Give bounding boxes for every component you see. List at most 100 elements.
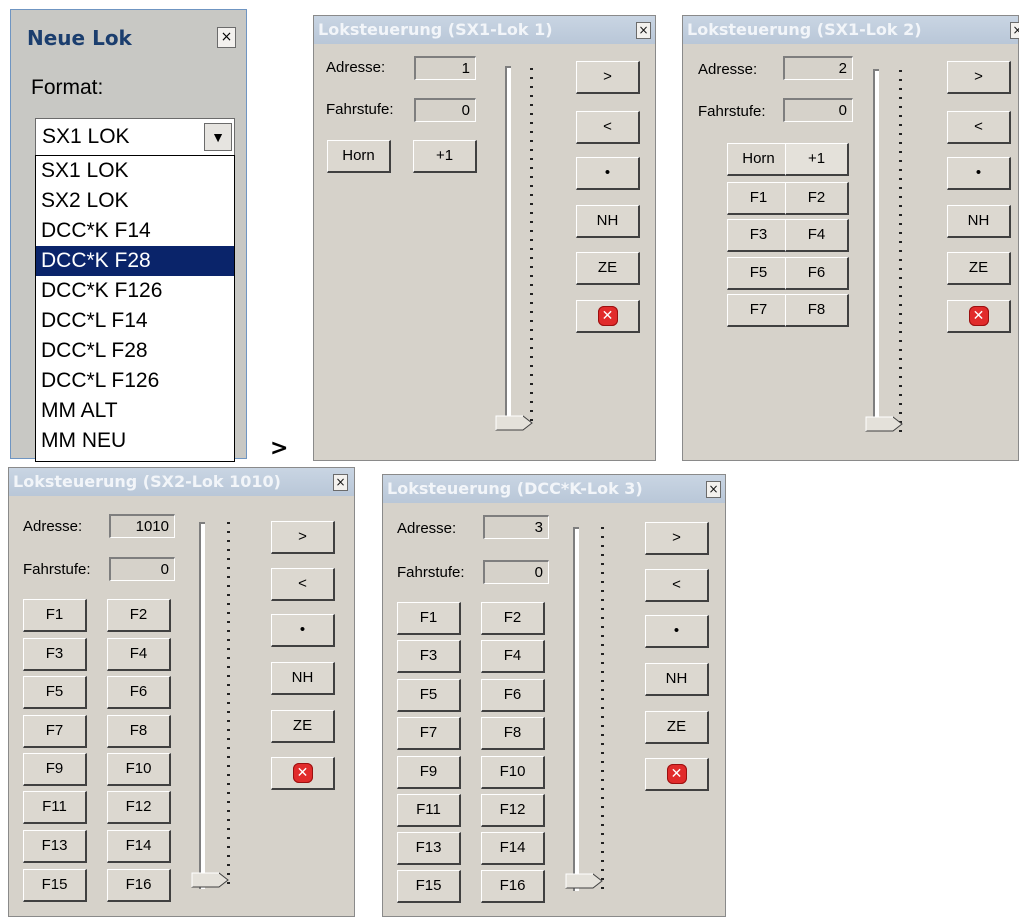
function-button-f16[interactable]: F16 bbox=[481, 870, 545, 903]
function-button-f5[interactable]: F5 bbox=[727, 257, 791, 290]
close-button[interactable]: × bbox=[706, 481, 721, 498]
function-button-f3[interactable]: F3 bbox=[23, 638, 87, 671]
nh-button[interactable]: NH bbox=[645, 663, 709, 696]
function-button-f4[interactable]: F4 bbox=[481, 640, 545, 673]
fahrstufe-field[interactable]: 0 bbox=[414, 98, 476, 122]
stop-step-button[interactable]: • bbox=[947, 157, 1011, 190]
reverse-button[interactable]: < bbox=[271, 568, 335, 601]
format-option[interactable]: DCC*L F28 bbox=[36, 336, 234, 366]
horn-button[interactable]: Horn bbox=[727, 143, 791, 176]
function-button-f8[interactable]: F8 bbox=[785, 294, 849, 327]
function-button-f4[interactable]: F4 bbox=[107, 638, 171, 671]
function-button-f4[interactable]: F4 bbox=[785, 219, 849, 252]
ze-button[interactable]: ZE bbox=[645, 711, 709, 744]
stop-step-button[interactable]: • bbox=[645, 615, 709, 648]
function-button-f10[interactable]: F10 bbox=[481, 756, 545, 789]
close-button[interactable]: × bbox=[333, 474, 348, 491]
function-button-f5[interactable]: F5 bbox=[23, 676, 87, 709]
forward-button[interactable]: > bbox=[947, 61, 1011, 94]
reverse-button[interactable]: < bbox=[645, 569, 709, 602]
adresse-field[interactable]: 2 bbox=[783, 56, 853, 80]
format-option[interactable]: DCC*L F14 bbox=[36, 306, 234, 336]
reverse-button[interactable]: < bbox=[947, 111, 1011, 144]
nh-button[interactable]: NH bbox=[947, 205, 1011, 238]
function-button-f15[interactable]: F15 bbox=[397, 870, 461, 903]
forward-button[interactable]: > bbox=[576, 61, 640, 94]
forward-button[interactable]: > bbox=[645, 522, 709, 555]
function-button-f2[interactable]: F2 bbox=[785, 182, 849, 215]
fahrstufe-field[interactable]: 0 bbox=[109, 557, 175, 581]
ze-button[interactable]: ZE bbox=[576, 252, 640, 285]
function-button-f9[interactable]: F9 bbox=[23, 753, 87, 786]
function-button-f5[interactable]: F5 bbox=[397, 679, 461, 712]
function-button-f2[interactable]: F2 bbox=[107, 599, 171, 632]
function-button-f6[interactable]: F6 bbox=[107, 676, 171, 709]
function-button-f6[interactable]: F6 bbox=[785, 257, 849, 290]
function-button-f7[interactable]: F7 bbox=[727, 294, 791, 327]
forward-button[interactable]: > bbox=[271, 521, 335, 554]
function-button-f12[interactable]: F12 bbox=[481, 794, 545, 827]
function-button-f7[interactable]: F7 bbox=[23, 715, 87, 748]
stop-step-button[interactable]: • bbox=[271, 614, 335, 647]
slider-thumb[interactable] bbox=[191, 872, 231, 888]
speed-slider[interactable] bbox=[489, 54, 545, 439]
ze-button[interactable]: ZE bbox=[947, 252, 1011, 285]
function-button-f13[interactable]: F13 bbox=[397, 832, 461, 865]
plus-one-button[interactable]: +1 bbox=[785, 143, 849, 176]
format-option[interactable]: MM NEU bbox=[36, 426, 234, 456]
function-button-f8[interactable]: F8 bbox=[481, 717, 545, 750]
function-button-f10[interactable]: F10 bbox=[107, 753, 171, 786]
speed-slider[interactable] bbox=[559, 513, 631, 905]
format-option-selected[interactable]: DCC*K F28 bbox=[36, 246, 234, 276]
function-button-f1[interactable]: F1 bbox=[397, 602, 461, 635]
close-button[interactable]: × bbox=[636, 22, 651, 39]
emergency-stop-button[interactable]: ✕ bbox=[271, 757, 335, 790]
function-button-f1[interactable]: F1 bbox=[727, 182, 791, 215]
nh-button[interactable]: NH bbox=[271, 662, 335, 695]
function-button-f3[interactable]: F3 bbox=[727, 219, 791, 252]
stop-step-button[interactable]: • bbox=[576, 157, 640, 190]
slider-thumb[interactable] bbox=[565, 873, 605, 889]
nh-button[interactable]: NH bbox=[576, 205, 640, 238]
function-button-f13[interactable]: F13 bbox=[23, 830, 87, 863]
fahrstufe-field[interactable]: 0 bbox=[483, 560, 549, 584]
horn-button[interactable]: Horn bbox=[327, 140, 391, 173]
function-button-f3[interactable]: F3 bbox=[397, 640, 461, 673]
emergency-stop-button[interactable]: ✕ bbox=[576, 300, 640, 333]
close-button[interactable]: × bbox=[217, 27, 236, 48]
function-button-f7[interactable]: F7 bbox=[397, 717, 461, 750]
function-button-f2[interactable]: F2 bbox=[481, 602, 545, 635]
function-button-f11[interactable]: F11 bbox=[23, 791, 87, 824]
slider-thumb[interactable] bbox=[865, 416, 905, 432]
close-button[interactable]: × bbox=[1010, 22, 1019, 39]
chevron-down-icon[interactable]: ▼ bbox=[204, 123, 232, 151]
function-button-f11[interactable]: F11 bbox=[397, 794, 461, 827]
function-button-f9[interactable]: F9 bbox=[397, 756, 461, 789]
function-button-f6[interactable]: F6 bbox=[481, 679, 545, 712]
function-button-f12[interactable]: F12 bbox=[107, 791, 171, 824]
adresse-field[interactable]: 1 bbox=[414, 56, 476, 80]
plus-one-button[interactable]: +1 bbox=[413, 140, 477, 173]
format-select[interactable]: SX1 LOK ▼ bbox=[35, 118, 235, 156]
emergency-stop-button[interactable]: ✕ bbox=[947, 300, 1011, 333]
function-button-f8[interactable]: F8 bbox=[107, 715, 171, 748]
format-option[interactable]: DCC*L F126 bbox=[36, 366, 234, 396]
adresse-field[interactable]: 3 bbox=[483, 515, 549, 539]
function-button-f14[interactable]: F14 bbox=[481, 832, 545, 865]
format-option[interactable]: DCC*K F126 bbox=[36, 276, 234, 306]
format-option[interactable]: DCC*K F14 bbox=[36, 216, 234, 246]
function-button-f15[interactable]: F15 bbox=[23, 869, 87, 902]
reverse-button[interactable]: < bbox=[576, 111, 640, 144]
format-option[interactable]: MM ALT bbox=[36, 396, 234, 426]
slider-thumb[interactable] bbox=[495, 415, 535, 431]
emergency-stop-button[interactable]: ✕ bbox=[645, 758, 709, 791]
format-option[interactable]: SX1 LOK bbox=[36, 156, 234, 186]
ze-button[interactable]: ZE bbox=[271, 710, 335, 743]
function-button-f1[interactable]: F1 bbox=[23, 599, 87, 632]
format-option[interactable]: SX2 LOK bbox=[36, 186, 234, 216]
function-button-f14[interactable]: F14 bbox=[107, 830, 171, 863]
speed-slider[interactable] bbox=[859, 54, 933, 444]
speed-slider[interactable] bbox=[185, 508, 261, 903]
function-button-f16[interactable]: F16 bbox=[107, 869, 171, 902]
fahrstufe-field[interactable]: 0 bbox=[783, 98, 853, 122]
